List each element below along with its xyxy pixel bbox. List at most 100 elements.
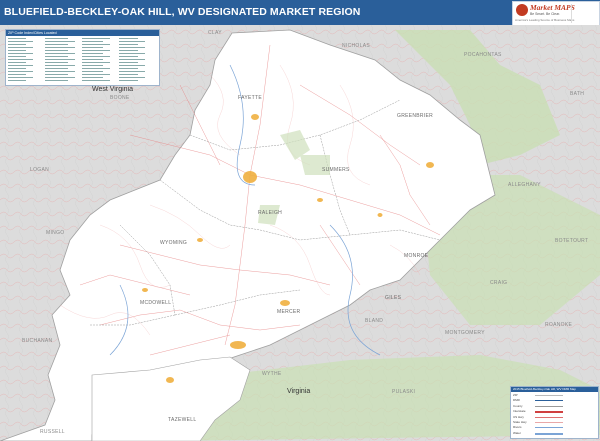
zip-index-line: [45, 62, 68, 63]
legend-row: Water: [513, 431, 595, 436]
zip-index-line: [119, 74, 138, 75]
zip-index-line: [119, 65, 145, 66]
zip-index-line: [45, 65, 75, 66]
zip-index-line: [45, 56, 68, 57]
zip-index-line: [119, 41, 145, 42]
legend-swatch: [535, 395, 563, 396]
logo-brand: Market MAPS: [530, 3, 575, 12]
title-bar: BLUEFIELD-BECKLEY-OAK HILL, WV DESIGNATE…: [0, 0, 600, 26]
zip-index-line: [8, 47, 33, 48]
zip-index-line: [8, 38, 26, 39]
legend-row-label: State Hwy: [513, 420, 527, 424]
legend-row: DMR: [513, 398, 595, 403]
county-label-buchanan: BUCHANAN: [22, 338, 53, 344]
zip-index-line: [45, 41, 75, 42]
legend-swatch: [535, 405, 563, 407]
zip-index-line: [8, 50, 26, 51]
zip-index-line: [8, 59, 33, 60]
county-label-tazewell: TAZEWELL: [168, 417, 197, 423]
legend-row: ZIP: [513, 393, 595, 398]
zip-code-index: ZIP Code Index/Cities Located: [5, 29, 160, 86]
logo-tagline: Be Smart. Be Clear.: [530, 12, 560, 16]
legend-row-label: DMR: [513, 398, 520, 403]
zip-index-line: [119, 77, 145, 78]
legend-row: County: [513, 404, 595, 409]
zip-index-line: [82, 56, 110, 57]
county-label-montgomery: MONTGOMERY: [445, 330, 485, 336]
county-label-craig: CRAIG: [490, 280, 508, 286]
legend-swatch: [535, 422, 563, 423]
legend-row: Rivers: [513, 425, 595, 430]
zip-index-line: [82, 74, 110, 75]
zip-index-column: [45, 38, 79, 83]
zip-index-line: [119, 47, 145, 48]
zip-index-line: [82, 41, 103, 42]
zip-index-line: [82, 62, 110, 63]
zip-index-line: [119, 44, 138, 45]
county-label-logan: LOGAN: [30, 167, 50, 173]
zip-index-column: [82, 38, 116, 83]
zip-index-line: [8, 68, 26, 69]
county-label-greenbrier: GREENBRIER: [397, 113, 434, 119]
county-label-raleigh: RALEIGH: [258, 210, 283, 216]
logo-globe-icon: [516, 4, 528, 16]
county-label-summers: SUMMERS: [322, 167, 350, 173]
zip-index-line: [119, 56, 138, 57]
zip-index-line: [82, 53, 103, 54]
state-label-west-virginia: West Virginia: [92, 86, 133, 93]
county-label-mingo: MINGO: [46, 230, 65, 236]
zip-index-line: [45, 71, 75, 72]
zip-index-line: [82, 47, 103, 48]
bluefield-urban: [230, 341, 246, 349]
zip-index-line: [8, 41, 33, 42]
legend-title: 2015 Bluefield-Beckley-Oak Hill, WV DMR …: [511, 387, 598, 392]
zip-index-line: [119, 71, 145, 72]
county-label-wythe: WYTHE: [262, 371, 282, 377]
legend-swatch: [535, 416, 563, 418]
county-label-botetourt: BOTETOURT: [555, 238, 589, 244]
legend-swatch: [535, 400, 563, 402]
zip-index-line: [45, 77, 75, 78]
legend-row-label: US Hwy: [513, 414, 524, 419]
zip-index-line: [45, 38, 68, 39]
zip-index-line: [45, 44, 68, 45]
county-label-pocahontas: POCAHONTAS: [464, 52, 502, 58]
zip-index-line: [119, 68, 138, 69]
state-label-virginia: Virginia: [287, 388, 311, 395]
oak-hill-urban: [251, 114, 259, 120]
zip-index-line: [45, 47, 75, 48]
county-label-nicholas: NICHOLAS: [342, 43, 370, 49]
zip-index-line: [82, 44, 110, 45]
zip-index-line: [82, 68, 110, 69]
zip-index-line: [8, 62, 26, 63]
zip-index-line: [8, 77, 33, 78]
zip-index-line: [45, 74, 68, 75]
county-label-mcdowell: MCDOWELL: [140, 300, 172, 306]
map-svg: [0, 25, 600, 441]
market-maps-logo: Market MAPS Be Smart. Be Clear. America'…: [512, 1, 600, 26]
legend-row-label: Water: [513, 430, 521, 435]
zip-index-body: [8, 38, 157, 83]
zip-index-line: [8, 56, 26, 57]
zip-index-line: [82, 50, 110, 51]
county-label-alleghany: ALLEGHANY: [508, 182, 541, 188]
legend-row: US Hwy: [513, 415, 595, 420]
zip-index-line: [82, 65, 103, 66]
county-label-fayette: FAYETTE: [238, 95, 262, 101]
zip-index-line: [82, 59, 103, 60]
zip-index-line: [45, 50, 68, 51]
map-canvas[interactable]: West Virginia Virginia FAYETTE GREENBRIE…: [0, 25, 600, 441]
county-label-giles: GILES: [385, 295, 402, 301]
zip-index-line: [82, 80, 110, 81]
county-label-bland: BLAND: [365, 318, 384, 324]
county-label-wyoming: WYOMING: [160, 240, 188, 246]
princeton-urban: [280, 300, 290, 306]
zip-index-line: [82, 77, 103, 78]
zip-index-title: ZIP Code Index/Cities Located: [6, 30, 159, 36]
county-label-mercer: MERCER: [277, 309, 301, 315]
zip-index-line: [8, 74, 26, 75]
logo-tagline-2: America's Leading Source of Business Map…: [515, 18, 575, 22]
zip-index-column: [8, 38, 42, 83]
county-label-bath: BATH: [570, 91, 585, 97]
zip-index-line: [45, 53, 75, 54]
